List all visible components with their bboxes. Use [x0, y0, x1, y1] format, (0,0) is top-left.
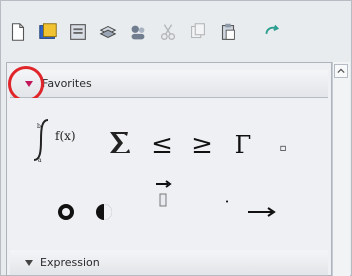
right-arrow-icon	[248, 207, 276, 217]
svg-text:a: a	[38, 157, 42, 164]
palette-button[interactable]	[36, 20, 60, 44]
favorites-section-header[interactable]: Favorites	[10, 70, 328, 98]
expression-label: Expression	[40, 256, 100, 269]
greater-equal-symbol[interactable]: ≥	[190, 128, 214, 162]
circle-symbol-2[interactable]	[92, 200, 116, 224]
new-document-button[interactable]	[6, 20, 30, 44]
redo-button[interactable]	[260, 20, 284, 44]
summation-symbol[interactable]	[106, 128, 132, 162]
expression-section-header[interactable]: Expression	[10, 250, 328, 276]
favorites-toggle-highlight	[8, 66, 44, 102]
expression-toggle[interactable]	[18, 252, 40, 274]
paste-icon	[221, 23, 235, 40]
palette-icon	[39, 23, 57, 39]
chevron-up-icon	[337, 68, 345, 74]
users-button[interactable]	[126, 20, 150, 44]
svg-text:b: b	[37, 123, 41, 130]
dot-symbol[interactable]: ·	[222, 192, 232, 211]
arrow-symbol[interactable]	[246, 204, 278, 220]
small-box-symbol[interactable]: ▫	[274, 140, 292, 156]
users-icon	[131, 25, 145, 40]
vertical-scrollbar[interactable]	[332, 62, 350, 276]
copy-button[interactable]	[186, 20, 210, 44]
paste-button[interactable]	[216, 20, 240, 44]
scroll-up-button[interactable]	[334, 64, 348, 78]
vector-arrow-icon	[156, 180, 172, 207]
layers-button[interactable]	[96, 20, 120, 44]
cut-icon	[160, 24, 176, 41]
circle-glyph-icon	[96, 204, 112, 220]
integral-icon: f(x) b a	[33, 119, 76, 164]
triangle-down-icon	[25, 259, 33, 266]
circle-symbol-1[interactable]	[54, 200, 78, 224]
circle-glyph-icon	[58, 204, 74, 220]
template-button[interactable]	[66, 20, 90, 44]
template-icon	[70, 24, 86, 40]
less-equal-symbol[interactable]: ≤	[150, 128, 174, 162]
redo-icon	[265, 24, 280, 34]
summation-icon	[110, 132, 130, 153]
toolbar	[6, 14, 346, 50]
svg-text:f(x): f(x)	[55, 129, 76, 143]
new-document-icon	[11, 23, 25, 41]
favorites-label: Favorites	[42, 77, 92, 90]
vector-symbol[interactable]	[150, 176, 176, 212]
layers-icon	[99, 25, 117, 39]
gamma-symbol[interactable]: Γ	[232, 128, 254, 162]
cut-button[interactable]	[156, 20, 180, 44]
integral-symbol[interactable]: f(x) b a	[28, 112, 84, 168]
copy-icon	[191, 23, 205, 39]
